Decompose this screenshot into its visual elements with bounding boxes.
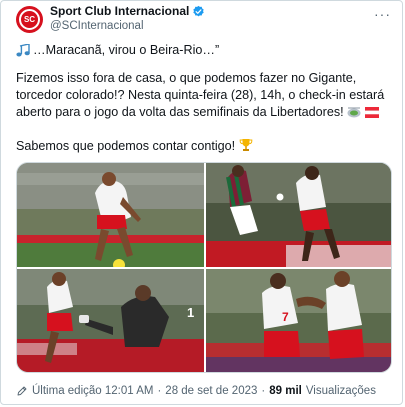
austria-flag-icon [364,107,379,118]
media-grid: 1 7 [16,162,392,373]
tweet-footer: Última edição 12:01 AM · 28 de set de 20… [16,385,376,397]
stadium-icon [347,107,361,118]
music-notes-icon [16,43,30,56]
avatar[interactable]: SC [16,6,43,33]
club-crest-icon: SC [19,9,40,30]
shirt-number-1: 1 [187,305,194,320]
handle[interactable]: @SCInternacional [50,19,205,34]
author-names: Sport Club Internacional @SCInternaciona… [50,4,205,34]
last-edited-label[interactable]: Última edição 12:01 AM [32,385,153,397]
tweet-text: …Maracanã, virou o Beira-Rio…” Fizemos i… [16,42,391,153]
photo-players-celebrate: 7 [206,269,391,372]
tweet-paragraph-2-text: Fizemos isso fora de casa, o que podemos… [16,71,385,119]
media-photo-4[interactable]: 7 [206,269,391,372]
photo-player-tackle [206,163,391,267]
avatar-text: SC [23,15,36,24]
tweet-paragraph-2: Fizemos isso fora de casa, o que podemos… [16,70,391,121]
tweet-header: SC Sport Club Internacional @SCInternaci… [16,4,391,36]
media-photo-1[interactable] [17,163,204,267]
photo-player-with-ball [17,163,204,267]
shirt-number-7: 7 [282,310,289,324]
tweet-card: SC Sport Club Internacional @SCInternaci… [0,0,405,407]
tweet-paragraph-3-text: Sabemos que podemos contar contigo! [16,139,236,153]
tweet-line-1: …Maracanã, virou o Beira-Rio…” [16,42,391,59]
display-name-row: Sport Club Internacional [50,4,205,19]
trophy-icon [239,139,252,151]
footer-separator-2: · [261,385,266,397]
photo-goalkeeper-dive: 1 [17,269,204,372]
footer-separator-1: · [157,385,162,397]
more-options-icon[interactable]: ··· [374,6,391,22]
tweet-paragraph-3: Sabemos que podemos contar contigo! [16,138,253,155]
display-name[interactable]: Sport Club Internacional [50,4,189,19]
media-photo-2[interactable] [206,163,391,267]
tweet-date[interactable]: 28 de set de 2023 [165,385,257,397]
views-count: 89 mil [269,385,302,397]
edit-pencil-icon [17,386,27,396]
verified-badge-icon[interactable] [192,5,205,18]
media-photo-3[interactable]: 1 [17,269,204,372]
views-label: Visualizações [305,385,376,397]
tweet-line-1-text: …Maracanã, virou o Beira-Rio…” [33,43,220,57]
